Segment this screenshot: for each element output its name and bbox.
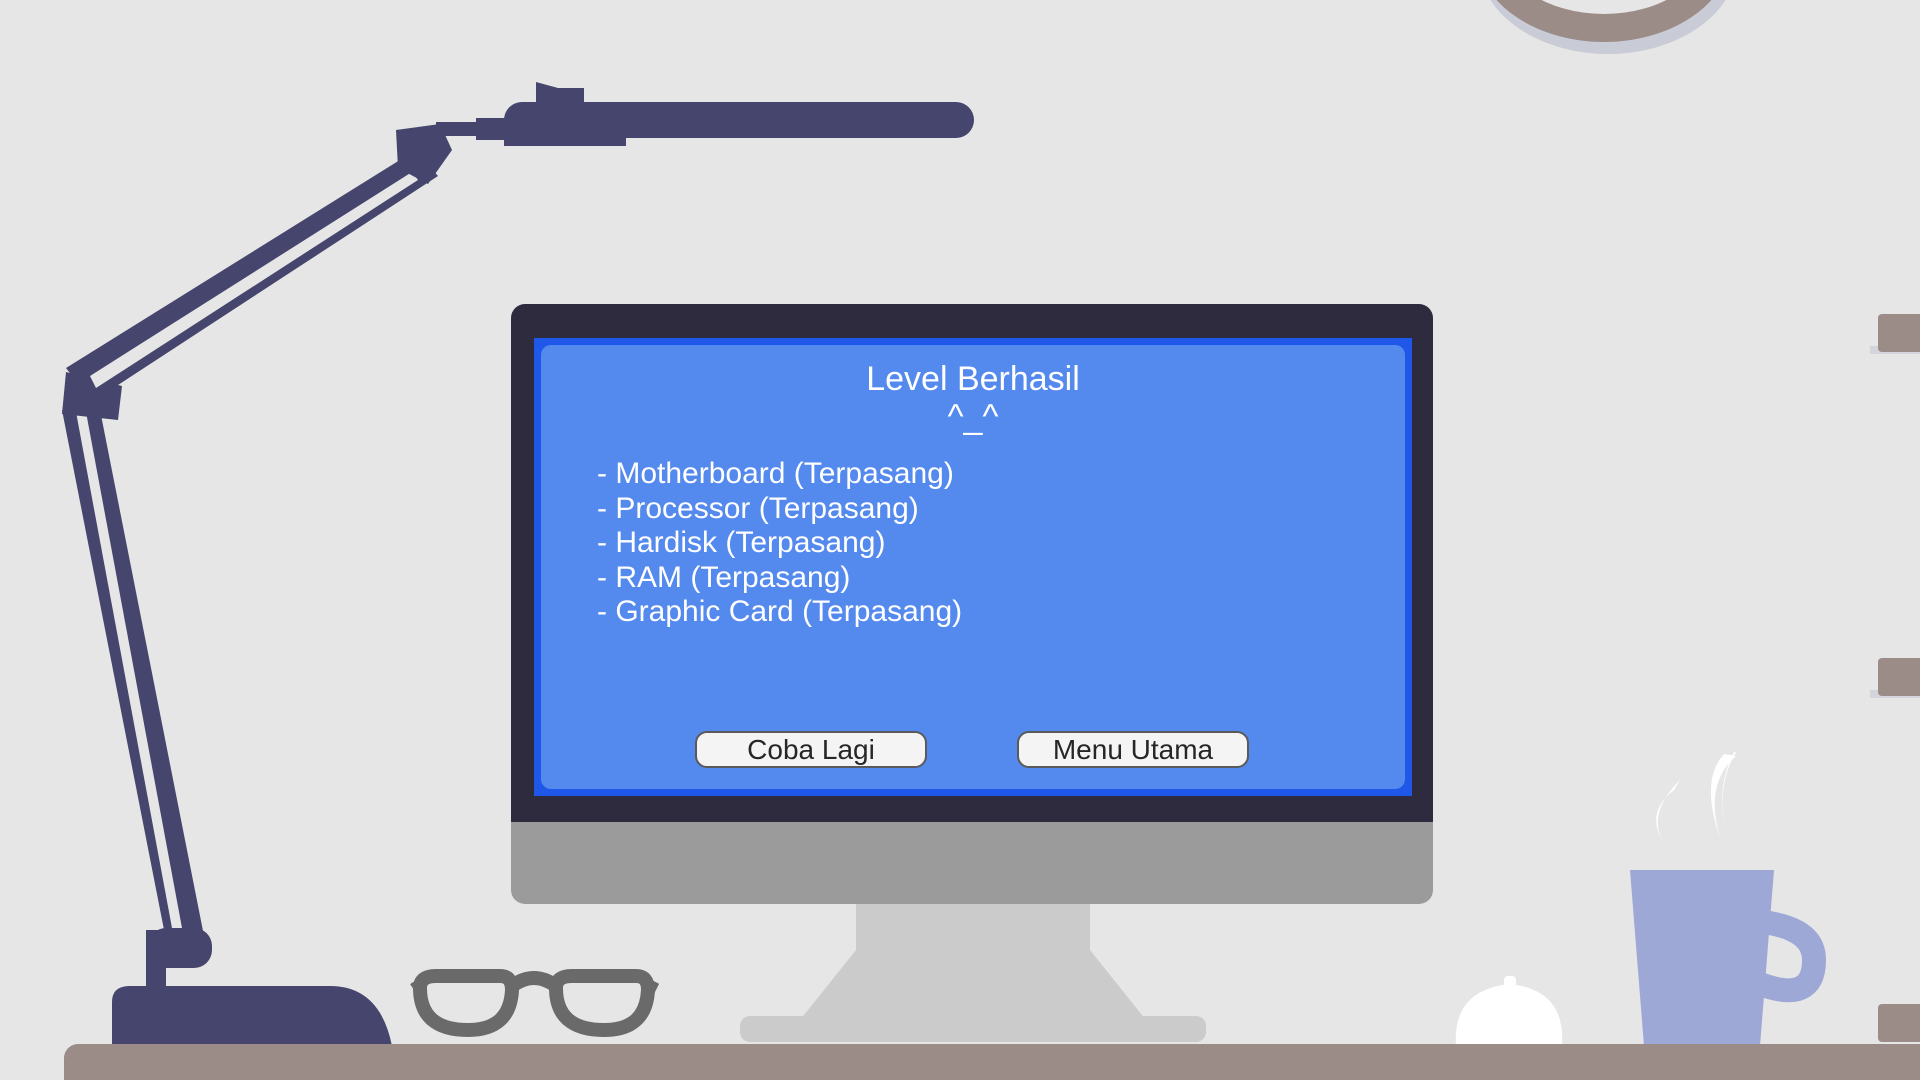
wall-shelves bbox=[1870, 314, 1920, 1042]
wall-clock-icon bbox=[1490, 0, 1726, 54]
level-complete-dialog: Level Berhasil ^_^ - Motherboard (Terpas… bbox=[541, 345, 1405, 789]
retry-button[interactable]: Coba Lagi bbox=[695, 731, 927, 768]
component-list: - Motherboard (Terpasang) - Processor (T… bbox=[597, 457, 962, 630]
list-item: - Graphic Card (Terpasang) bbox=[597, 595, 963, 628]
monitor-stand bbox=[740, 900, 1206, 1042]
list-item: - RAM (Terpasang) bbox=[597, 560, 851, 594]
list-item: - Hardisk (Terpasang) bbox=[597, 526, 886, 559]
glasses-icon bbox=[410, 969, 660, 1038]
list-item: - Processor (Terpasang) bbox=[597, 491, 919, 525]
list-item: - Motherboard (Terpasang) bbox=[597, 457, 954, 490]
monitor-chin bbox=[511, 822, 1433, 904]
decor-object bbox=[1455, 976, 1563, 1046]
emoticon: ^_^ bbox=[947, 398, 999, 436]
main-menu-button[interactable]: Menu Utama bbox=[1017, 731, 1249, 768]
dialog-title: Level Berhasil bbox=[866, 360, 1080, 398]
monitor-screen: Level Berhasil ^_^ - Motherboard (Terpas… bbox=[534, 338, 1412, 796]
coffee-mug-icon bbox=[1630, 752, 1827, 1046]
desk-surface bbox=[64, 1044, 1920, 1080]
